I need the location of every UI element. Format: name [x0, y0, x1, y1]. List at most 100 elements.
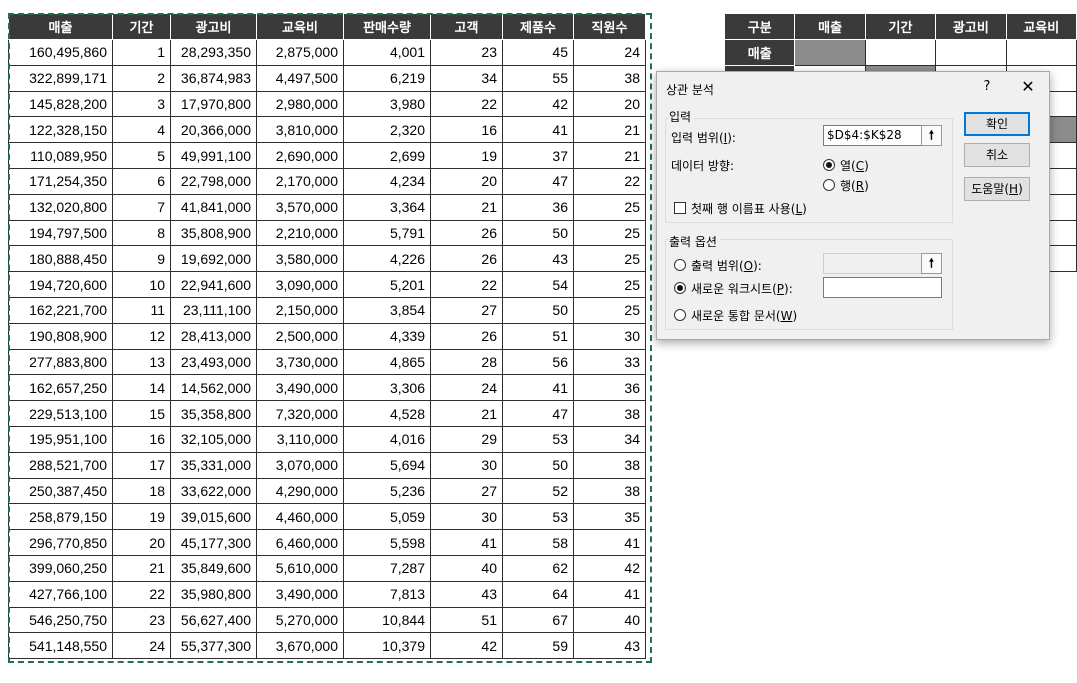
table-cell[interactable]: 2,980,000	[256, 90, 344, 118]
table-cell[interactable]: 3,854	[343, 296, 431, 324]
table-cell[interactable]: 4	[112, 116, 171, 144]
table-cell[interactable]: 20,366,000	[170, 116, 257, 144]
table-cell[interactable]: 26	[430, 245, 503, 273]
table-cell[interactable]: 180,888,450	[8, 245, 113, 273]
table-cell[interactable]: 3,490,000	[256, 374, 344, 402]
table-cell[interactable]: 2,699	[343, 142, 431, 169]
table-cell[interactable]: 7	[112, 193, 171, 221]
table-cell[interactable]: 41	[430, 529, 503, 556]
table-cell[interactable]: 19	[112, 503, 171, 531]
table-cell[interactable]: 10,844	[343, 606, 431, 634]
table-cell[interactable]: 41	[573, 580, 646, 608]
matrix-cell[interactable]	[935, 39, 1007, 66]
table-cell[interactable]: 277,883,800	[8, 348, 113, 376]
table-cell[interactable]: 52	[502, 477, 574, 505]
table-cell[interactable]: 4,016	[343, 425, 431, 453]
table-cell[interactable]: 14	[112, 374, 171, 402]
table-cell[interactable]: 67	[502, 606, 574, 634]
table-cell[interactable]: 19	[430, 142, 503, 169]
table-cell[interactable]: 42	[430, 632, 503, 660]
table-cell[interactable]: 20	[430, 167, 503, 195]
table-cell[interactable]: 6,460,000	[256, 529, 344, 556]
table-cell[interactable]: 30	[430, 503, 503, 531]
table-cell[interactable]: 2,500,000	[256, 322, 344, 350]
table-cell[interactable]: 3,730,000	[256, 348, 344, 376]
table-cell[interactable]: 30	[573, 322, 646, 350]
table-cell[interactable]: 12	[112, 322, 171, 350]
table-cell[interactable]: 55	[502, 64, 574, 92]
table-cell[interactable]: 322,899,171	[8, 64, 113, 92]
table-cell[interactable]: 25	[573, 245, 646, 273]
table-cell[interactable]: 21	[573, 116, 646, 144]
table-cell[interactable]: 5,270,000	[256, 606, 344, 634]
table-cell[interactable]: 35,808,900	[170, 219, 257, 247]
table-cell[interactable]: 1	[112, 39, 171, 66]
table-cell[interactable]: 20	[573, 90, 646, 118]
table-cell[interactable]: 50	[502, 219, 574, 247]
table-cell[interactable]: 5,201	[343, 271, 431, 298]
table-cell[interactable]: 2	[112, 64, 171, 92]
table-cell[interactable]: 43	[573, 632, 646, 660]
table-cell[interactable]: 3,580,000	[256, 245, 344, 273]
table-cell[interactable]: 546,250,750	[8, 606, 113, 634]
table-cell[interactable]: 3,090,000	[256, 271, 344, 298]
table-cell[interactable]: 27	[430, 477, 503, 505]
table-cell[interactable]: 2,150,000	[256, 296, 344, 324]
table-cell[interactable]: 41	[502, 374, 574, 402]
table-cell[interactable]: 59	[502, 632, 574, 660]
table-cell[interactable]: 27	[430, 296, 503, 324]
input-range-field[interactable]: $D$4:$K$28	[823, 125, 922, 146]
table-cell[interactable]: 35,358,800	[170, 400, 257, 427]
table-cell[interactable]: 3,490,000	[256, 580, 344, 608]
table-cell[interactable]: 28,293,350	[170, 39, 257, 66]
table-cell[interactable]: 29	[430, 425, 503, 453]
table-cell[interactable]: 3,670,000	[256, 632, 344, 660]
table-cell[interactable]: 8	[112, 219, 171, 247]
table-cell[interactable]: 14,562,000	[170, 374, 257, 402]
table-cell[interactable]: 4,528	[343, 400, 431, 427]
table-cell[interactable]: 64	[502, 580, 574, 608]
table-cell[interactable]: 34	[430, 64, 503, 92]
table-cell[interactable]: 55,377,300	[170, 632, 257, 660]
table-cell[interactable]: 6,219	[343, 64, 431, 92]
table-cell[interactable]: 162,657,250	[8, 374, 113, 402]
table-cell[interactable]: 30	[430, 451, 503, 479]
table-cell[interactable]: 4,497,500	[256, 64, 344, 92]
table-cell[interactable]: 43	[502, 245, 574, 273]
table-cell[interactable]: 4,290,000	[256, 477, 344, 505]
table-cell[interactable]: 21	[430, 400, 503, 427]
table-cell[interactable]: 17,970,800	[170, 90, 257, 118]
table-cell[interactable]: 2,170,000	[256, 167, 344, 195]
table-cell[interactable]: 45	[502, 39, 574, 66]
table-cell[interactable]: 5,598	[343, 529, 431, 556]
table-cell[interactable]: 40	[430, 554, 503, 582]
table-cell[interactable]: 43	[430, 580, 503, 608]
output-range-collapse-button[interactable]: 🠕	[921, 253, 942, 274]
table-cell[interactable]: 162,221,700	[8, 296, 113, 324]
table-cell[interactable]: 194,720,600	[8, 271, 113, 298]
table-cell[interactable]: 41	[573, 529, 646, 556]
table-cell[interactable]: 3,810,000	[256, 116, 344, 144]
table-cell[interactable]: 20	[112, 529, 171, 556]
table-cell[interactable]: 50	[502, 451, 574, 479]
table-cell[interactable]: 3,110,000	[256, 425, 344, 453]
table-cell[interactable]: 171,254,350	[8, 167, 113, 195]
table-cell[interactable]: 3,306	[343, 374, 431, 402]
table-cell[interactable]: 22,798,000	[170, 167, 257, 195]
matrix-cell[interactable]	[1005, 39, 1077, 66]
table-cell[interactable]: 3,364	[343, 193, 431, 221]
table-cell[interactable]: 22,941,600	[170, 271, 257, 298]
input-range-collapse-button[interactable]: 🠕	[921, 125, 942, 146]
table-cell[interactable]: 35,980,800	[170, 580, 257, 608]
table-cell[interactable]: 24	[112, 632, 171, 660]
table-cell[interactable]: 36,874,983	[170, 64, 257, 92]
table-cell[interactable]: 23,493,000	[170, 348, 257, 376]
table-cell[interactable]: 5,610,000	[256, 554, 344, 582]
table-cell[interactable]: 3,570,000	[256, 193, 344, 221]
table-cell[interactable]: 24	[573, 39, 646, 66]
table-cell[interactable]: 195,951,100	[8, 425, 113, 453]
table-cell[interactable]: 22	[430, 90, 503, 118]
table-cell[interactable]: 32,105,000	[170, 425, 257, 453]
table-cell[interactable]: 11	[112, 296, 171, 324]
table-cell[interactable]: 23	[430, 39, 503, 66]
